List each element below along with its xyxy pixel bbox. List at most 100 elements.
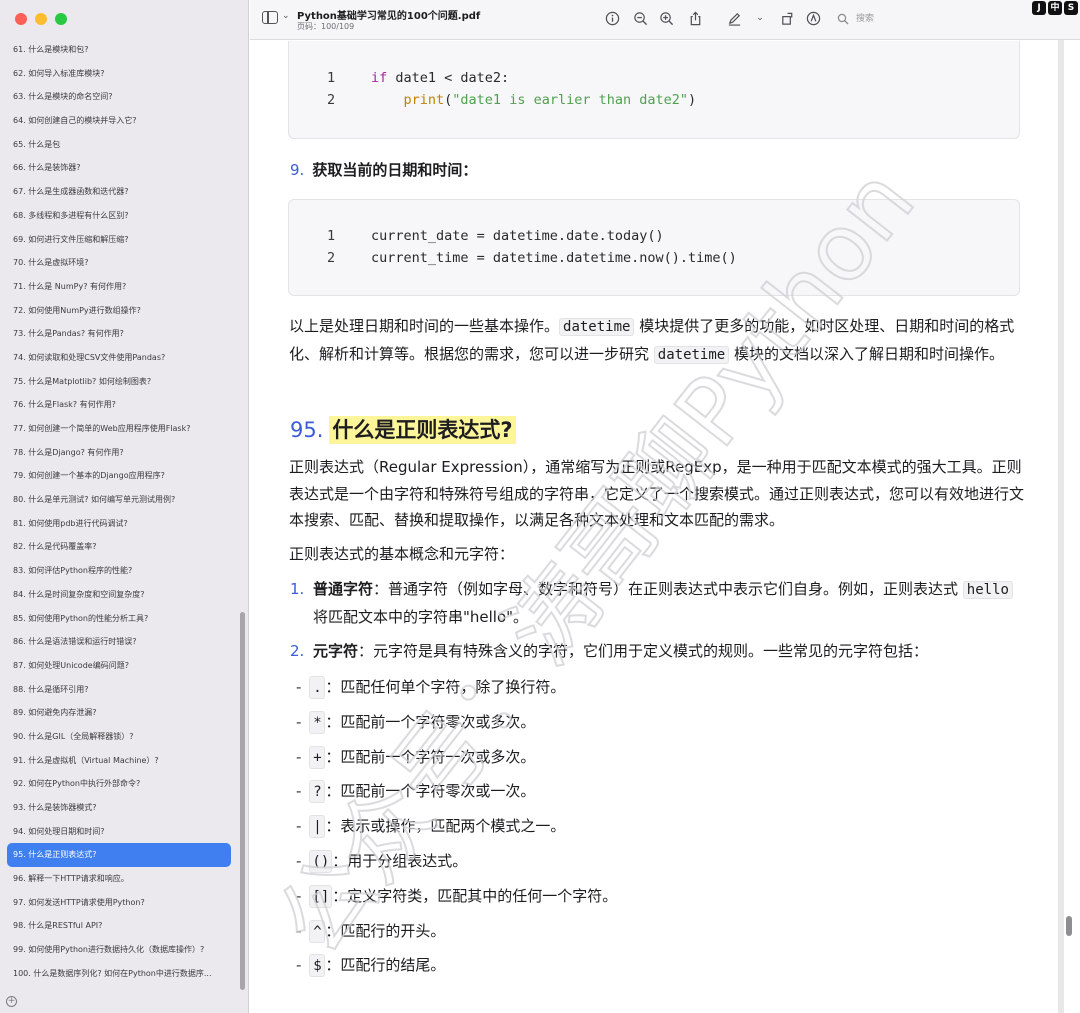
sidebar-item[interactable]: 74. 如何读取和处理CSV文件使用Pandas? bbox=[7, 346, 231, 370]
sidebar-item[interactable]: 67. 什么是生成器函数和迭代器? bbox=[7, 180, 231, 204]
sidebar-item[interactable]: 66. 什么是装饰器? bbox=[7, 156, 231, 180]
info-icon[interactable] bbox=[604, 10, 620, 26]
sidebar-item[interactable]: 61. 什么是模块和包? bbox=[7, 38, 231, 62]
sidebar-item[interactable]: 96. 解释一下HTTP请求和响应。 bbox=[7, 867, 231, 891]
document-title: Python基础学习常见的100个问题.pdf bbox=[297, 11, 481, 22]
metachar-code: | bbox=[309, 815, 326, 839]
line-number: 1 bbox=[327, 70, 336, 86]
section-heading-9: 9. 获取当前的日期和时间： bbox=[290, 159, 477, 180]
list-text: 将匹配文本中的字符串"hello"。 bbox=[313, 607, 529, 626]
sidebar-item[interactable]: 71. 什么是 NumPy? 有何作用? bbox=[7, 275, 231, 299]
sidebar-item[interactable]: 84. 什么是时间复杂度和空间复杂度? bbox=[7, 583, 231, 607]
sidebar-item[interactable]: 65. 什么是包 bbox=[7, 133, 231, 157]
question-heading-95: 95. 什么是正则表达式? bbox=[290, 414, 516, 444]
badge-j[interactable]: J bbox=[1032, 1, 1046, 15]
sidebar-item[interactable]: 81. 如何使用pdb进行代码调试? bbox=[7, 512, 231, 536]
inline-code: datetime bbox=[559, 318, 635, 336]
badge-s[interactable]: S bbox=[1064, 1, 1078, 15]
paragraph-regex-intro: 正则表达式（Regular Expression），通常缩写为正则或RegExp… bbox=[289, 458, 1025, 529]
chevron-down-icon[interactable]: ⌄ bbox=[282, 11, 290, 21]
list-text: ：普通字符（例如字母、数字和符号）在正则表达式中表示它们自身。例如，正则表达式 bbox=[373, 580, 963, 598]
sidebar-item[interactable]: 78. 什么是Django? 有何作用? bbox=[7, 441, 231, 465]
sidebar-item[interactable]: 88. 什么是循环引用? bbox=[7, 678, 231, 702]
sidebar-item[interactable]: 75. 什么是Matplotlib? 如何绘制图表? bbox=[7, 370, 231, 394]
sidebar-item[interactable]: 62. 如何导入标准库模块? bbox=[7, 62, 231, 86]
sidebar-item[interactable]: 98. 什么是RESTful API? bbox=[7, 914, 231, 938]
bullet-dash: - bbox=[296, 747, 302, 766]
paragraph-text: 模块的文档以深入了解日期和时间操作。 bbox=[729, 344, 1004, 363]
sidebar-item[interactable]: 79. 如何创建一个基本的Django应用程序? bbox=[7, 464, 231, 488]
list-item: - * ：匹配前一个字符零次或多次。 bbox=[296, 710, 535, 734]
markup-chevron-icon[interactable]: ⌄ bbox=[752, 10, 768, 26]
sidebar-item[interactable]: 64. 如何创建自己的模块并导入它? bbox=[7, 109, 231, 133]
document-scrollbar[interactable] bbox=[1058, 40, 1080, 1013]
sidebar-item[interactable]: 83. 如何评估Python程序的性能? bbox=[7, 559, 231, 583]
sidebar-item[interactable]: 100. 什么是数据序列化? 如何在Python中进行数据序... bbox=[7, 962, 231, 986]
zoom-in-icon[interactable] bbox=[658, 10, 674, 26]
rotate-icon[interactable] bbox=[779, 10, 795, 26]
list-item-metachars: 2. 元字符：元字符是具有特殊含义的字符，它们用于定义模式的规则。一些常见的元字… bbox=[290, 638, 1025, 665]
sidebar-item[interactable]: 95. 什么是正则表达式? bbox=[7, 843, 231, 868]
minimize-window-button[interactable] bbox=[35, 13, 47, 25]
list-item: - ^ ：匹配行的开头。 bbox=[296, 919, 445, 943]
zoom-window-button[interactable] bbox=[55, 13, 67, 25]
list-item-ordinary-chars: 1. 普通字符：普通字符（例如字母、数字和符号）在正则表达式中表示它们自身。例如… bbox=[290, 576, 1025, 630]
sidebar-item[interactable]: 70. 什么是虚拟环境? bbox=[7, 251, 231, 275]
sidebar-item[interactable]: 69. 如何进行文件压缩和解压缩? bbox=[7, 228, 231, 252]
close-window-button[interactable] bbox=[15, 13, 27, 25]
add-icon[interactable]: + bbox=[6, 996, 17, 1007]
metachar-code: . bbox=[309, 676, 326, 699]
sidebar: 61. 什么是模块和包? 62. 如何导入标准库模块? 63. 什么是模块的命名空间… bbox=[0, 0, 249, 1013]
document-page: 1 if date1 < date2: 2 print("date1 is earl… bbox=[250, 41, 1058, 1013]
share-icon[interactable] bbox=[687, 10, 703, 26]
sidebar-item[interactable]: 63. 什么是模块的命名空间? bbox=[7, 85, 231, 109]
bullet-dash: - bbox=[296, 886, 302, 905]
search-input[interactable]: 搜索 bbox=[834, 9, 1029, 29]
code-text: current_time = datetime.datetime.now().t… bbox=[371, 250, 737, 266]
markup-pen-icon[interactable] bbox=[726, 10, 742, 26]
sidebar-item[interactable]: 77. 如何创建一个简单的Web应用程序使用Flask? bbox=[7, 417, 231, 441]
sidebar-toggle-icon[interactable] bbox=[262, 11, 278, 24]
sidebar-item[interactable]: 82. 什么是代码覆盖率? bbox=[7, 535, 231, 559]
list-item: - $ ：匹配行的结尾。 bbox=[296, 953, 445, 978]
sidebar-item[interactable]: 73. 什么是Pandas? 有何作用? bbox=[7, 322, 231, 346]
zoom-out-icon[interactable] bbox=[632, 10, 648, 26]
question-number: 95. bbox=[290, 418, 324, 442]
code-text: current_date = datetime.date.today() bbox=[371, 228, 664, 244]
sidebar-item[interactable]: 85. 如何使用Python的性能分析工具? bbox=[7, 607, 231, 631]
badge-zhong[interactable]: 中 bbox=[1048, 1, 1062, 15]
bullet-dash: - bbox=[296, 852, 302, 870]
sidebar-item[interactable]: 86. 什么是语法错误和运行时错误? bbox=[7, 630, 231, 654]
inline-code: datetime bbox=[653, 345, 730, 364]
paragraph-basic-concepts: 正则表达式的基本概念和元字符： bbox=[289, 545, 515, 563]
list-item: -. ：匹配任何单个字符，除了换行符。 bbox=[296, 675, 565, 699]
scroll-thumb[interactable] bbox=[1066, 916, 1072, 936]
extension-badges: J 中 S bbox=[1032, 1, 1078, 15]
sidebar-item[interactable]: 97. 如何发送HTTP请求使用Python? bbox=[7, 891, 231, 915]
sidebar-item[interactable]: 91. 什么是虚拟机（Virtual Machine）? bbox=[7, 749, 231, 773]
sidebar-item[interactable]: 89. 如何避免内存泄漏? bbox=[7, 701, 231, 725]
bullet-dash: - bbox=[296, 817, 302, 836]
metachar-code: $ bbox=[309, 954, 326, 978]
sidebar-item[interactable]: 80. 什么是单元测试? 如何编写单元测试用例? bbox=[7, 488, 231, 512]
sidebar-item[interactable]: 92. 如何在Python中执行外部命令? bbox=[7, 772, 231, 796]
sidebar-scrollbar[interactable] bbox=[240, 612, 245, 990]
table-of-contents: 61. 什么是模块和包? 62. 如何导入标准库模块? 63. 什么是模块的命名空间… bbox=[7, 38, 231, 986]
bullet-dash: - bbox=[296, 782, 302, 801]
code-block-compare: 1 if date1 < date2: 2 print("date1 is earl… bbox=[288, 41, 1020, 139]
sidebar-item[interactable]: 87. 如何处理Unicode编码问题? bbox=[7, 654, 231, 678]
sidebar-item[interactable]: 72. 如何使用NumPy进行数组操作? bbox=[7, 299, 231, 323]
sidebar-item[interactable]: 68. 多线程和多进程有什么区别? bbox=[7, 204, 231, 228]
highlight-icon[interactable] bbox=[805, 10, 821, 26]
sidebar-item[interactable]: 90. 什么是GIL（全局解释器锁）? bbox=[7, 725, 231, 749]
metachar-description: ：定义字符类，匹配其中的任何一个字符。 bbox=[332, 886, 618, 905]
search-icon bbox=[837, 13, 849, 25]
sidebar-item[interactable]: 94. 如何处理日期和时间? bbox=[7, 820, 231, 844]
sidebar-item[interactable]: 93. 什么是装饰器模式? bbox=[7, 796, 231, 820]
sidebar-item[interactable]: 99. 如何使用Python进行数据持久化（数据库操作）? bbox=[7, 938, 231, 962]
list-item: -[] ：定义字符类，匹配其中的任何一个字符。 bbox=[296, 884, 617, 908]
metachar-description: ：匹配前一个字符零次或多次。 bbox=[325, 712, 536, 731]
code-block-now: 1 current_date = datetime.date.today() 2 cu… bbox=[288, 199, 1020, 296]
sidebar-item[interactable]: 76. 什么是Flask? 有何作用? bbox=[7, 393, 231, 417]
section-title: 获取当前的日期和时间： bbox=[312, 161, 478, 179]
